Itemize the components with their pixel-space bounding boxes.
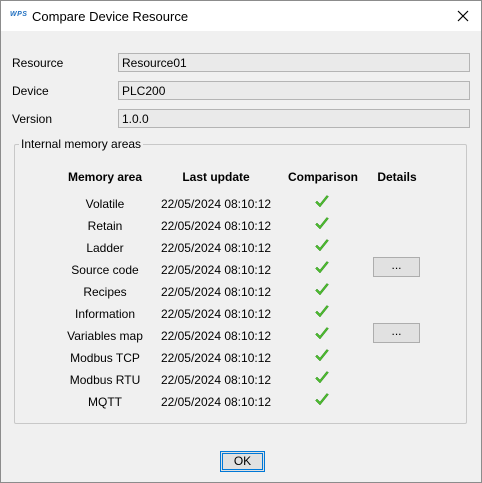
app-logo-icon: WPS bbox=[10, 11, 28, 18]
title-bar[interactable]: WPS Compare Device Resource bbox=[1, 1, 481, 31]
check-icon bbox=[315, 195, 329, 208]
memory-area-name: Recipes bbox=[83, 285, 127, 299]
check-icon bbox=[315, 393, 329, 406]
last-update-value: 22/05/2024 08:10:12 bbox=[160, 285, 272, 299]
ok-button[interactable]: OK bbox=[220, 451, 265, 472]
last-update-value: 22/05/2024 08:10:12 bbox=[160, 373, 272, 387]
check-icon bbox=[315, 349, 329, 362]
check-icon bbox=[315, 327, 329, 340]
table-row: Recipes 22/05/2024 08:10:12 bbox=[1, 283, 482, 307]
memory-area-name: Volatile bbox=[85, 197, 125, 211]
last-update-value: 22/05/2024 08:10:12 bbox=[160, 263, 272, 277]
table-row: Modbus TCP 22/05/2024 08:10:12 bbox=[1, 349, 482, 373]
last-update-value: 22/05/2024 08:10:12 bbox=[160, 329, 272, 343]
table-row: Modbus RTU 22/05/2024 08:10:12 bbox=[1, 371, 482, 395]
memory-area-name: Ladder bbox=[86, 241, 124, 255]
check-icon bbox=[315, 305, 329, 318]
last-update-value: 22/05/2024 08:10:12 bbox=[160, 351, 272, 365]
column-header-comparison: Comparison bbox=[287, 170, 359, 184]
check-icon bbox=[315, 371, 329, 384]
details-button[interactable]: ... bbox=[373, 323, 420, 343]
memory-area-name: Variables map bbox=[67, 329, 143, 343]
close-icon bbox=[457, 10, 469, 22]
last-update-value: 22/05/2024 08:10:12 bbox=[160, 197, 272, 211]
last-update-value: 22/05/2024 08:10:12 bbox=[160, 395, 272, 409]
details-button[interactable]: ... bbox=[373, 257, 420, 277]
column-header-last-update: Last update bbox=[182, 170, 250, 184]
memory-area-name: Information bbox=[74, 307, 136, 321]
memory-area-name: MQTT bbox=[88, 395, 122, 409]
check-icon bbox=[315, 283, 329, 296]
device-label: Device bbox=[12, 84, 49, 98]
table-row: Retain 22/05/2024 08:10:12 bbox=[1, 217, 482, 241]
version-field: 1.0.0 bbox=[118, 109, 470, 128]
dialog-window: WPS Compare Device Resource Resource Res… bbox=[0, 0, 482, 483]
table-row: MQTT 22/05/2024 08:10:12 bbox=[1, 393, 482, 417]
table-row: Volatile 22/05/2024 08:10:12 bbox=[1, 195, 482, 219]
resource-field: Resource01 bbox=[118, 53, 470, 72]
close-button[interactable] bbox=[445, 1, 481, 31]
memory-area-name: Source code bbox=[71, 263, 139, 277]
table-row: Source code 22/05/2024 08:10:12... bbox=[1, 257, 482, 285]
column-header-details: Details bbox=[377, 170, 417, 184]
memory-area-name: Modbus RTU bbox=[69, 373, 141, 387]
memory-area-name: Modbus TCP bbox=[70, 351, 140, 365]
window-title: Compare Device Resource bbox=[32, 9, 189, 24]
last-update-value: 22/05/2024 08:10:12 bbox=[160, 307, 272, 321]
group-title: Internal memory areas bbox=[19, 137, 144, 151]
check-icon bbox=[315, 261, 329, 274]
column-header-memory-area: Memory area bbox=[67, 170, 143, 184]
check-icon bbox=[315, 217, 329, 230]
resource-label: Resource bbox=[12, 56, 64, 70]
device-field: PLC200 bbox=[118, 81, 470, 100]
memory-area-name: Retain bbox=[87, 219, 123, 233]
version-label: Version bbox=[12, 112, 53, 126]
table-row: Variables map 22/05/2024 08:10:12... bbox=[1, 323, 482, 351]
check-icon bbox=[315, 239, 329, 252]
last-update-value: 22/05/2024 08:10:12 bbox=[160, 241, 272, 255]
last-update-value: 22/05/2024 08:10:12 bbox=[160, 219, 272, 233]
